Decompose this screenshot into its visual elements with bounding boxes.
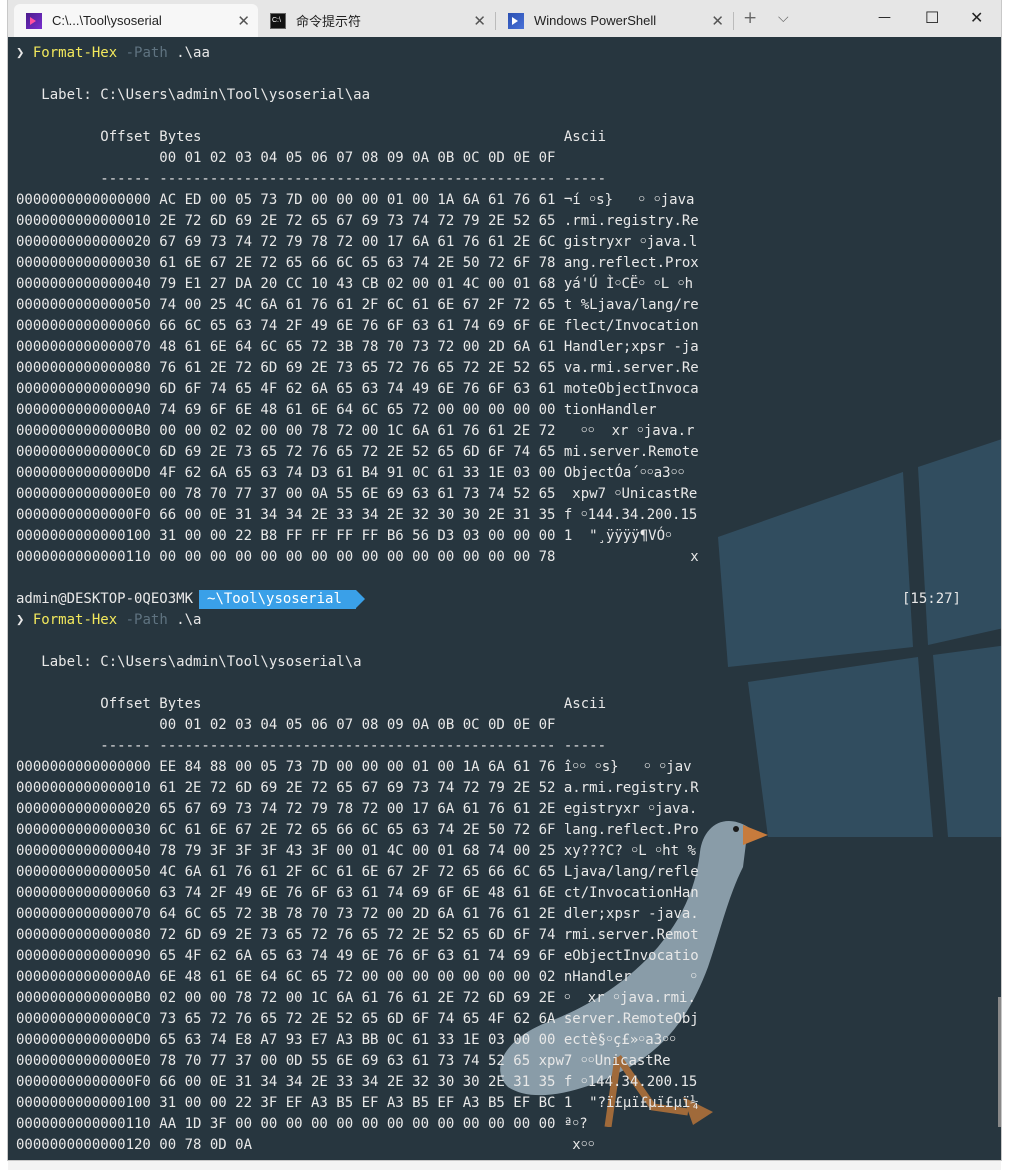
prompt-time: [15:27] <box>901 591 961 607</box>
hex-row: 00000000000000A0 6E 48 61 6E 64 6C 65 72… <box>16 969 698 985</box>
hex-row: 0000000000000110 00 00 00 00 00 00 00 00… <box>16 549 699 565</box>
hex-row: 0000000000000060 63 74 2F 49 6E 76 6F 63… <box>16 885 699 901</box>
prompt-path-segment: ~\Tool\ysoserial <box>199 590 365 609</box>
hex-row: 0000000000000010 61 2E 72 6D 69 2E 72 65… <box>16 780 699 796</box>
hex-row: 0000000000000020 65 67 69 73 74 72 79 78… <box>16 801 698 817</box>
command-arg: .\a <box>176 612 202 628</box>
hex-row: 00000000000000D0 65 63 74 E8 A7 93 E7 A3… <box>16 1032 677 1048</box>
hex-row: 0000000000000000 EE 84 88 00 05 73 7D 00… <box>16 759 692 775</box>
hex-row: 0000000000000090 65 4F 62 6A 65 63 74 49… <box>16 948 699 964</box>
hex-header: Offset Bytes Ascii <box>16 696 607 712</box>
tab-cmd[interactable]: C:\ 命令提示符 ✕ <box>258 4 494 37</box>
prompt-user: admin@DESKTOP-0QEO3MK <box>16 591 194 607</box>
hex-row: 0000000000000120 00 78 0D 0A x￮￮ <box>16 1137 595 1153</box>
hex-row: 0000000000000080 76 61 2E 72 6D 69 2E 73… <box>16 360 699 376</box>
hex-row: 0000000000000100 31 00 00 22 B8 FF FF FF… <box>16 528 673 544</box>
hex-header-rule: ------ ---------------------------------… <box>16 171 607 187</box>
hex-row: 0000000000000080 72 6D 69 2E 73 65 72 76… <box>16 927 699 943</box>
command-name: Format-Hex <box>32 612 118 628</box>
prompt-line: ❯ Format-Hex -Path .\a <box>16 610 202 631</box>
hex-row: 00000000000000E0 78 70 77 37 00 0D 55 6E… <box>16 1053 671 1069</box>
tab-bar: C:\...\Tool\ysoserial ✕ C:\ 命令提示符 ✕ Wind… <box>8 0 1001 37</box>
hex-row: 00000000000000B0 02 00 00 78 72 00 1C 6A… <box>16 990 696 1006</box>
hex-row: 0000000000000050 4C 6A 61 76 61 2F 6C 61… <box>16 864 699 880</box>
hex-row: 00000000000000C0 6D 69 2E 73 65 72 76 65… <box>16 444 699 460</box>
tab-windows-powershell[interactable]: Windows PowerShell ✕ <box>496 4 732 37</box>
hex-header-offsets: 00 01 02 03 04 05 06 07 08 09 0A 0B 0C 0… <box>16 150 556 166</box>
windows-terminal-window: C:\...\Tool\ysoserial ✕ C:\ 命令提示符 ✕ Wind… <box>8 0 1001 1160</box>
cmd-icon: C:\ <box>270 12 286 29</box>
hex-label: Label: C:\Users\admin\Tool\ysoserial\a <box>16 654 362 670</box>
terminal-pane[interactable]: ❯ Format-Hex -Path .\aa Label: C:\Users\… <box>8 37 1001 1160</box>
command-param: -Path <box>125 45 168 61</box>
hex-row: 00000000000000E0 00 78 70 77 37 00 0A 55… <box>16 486 698 502</box>
close-tab-icon[interactable]: ✕ <box>237 12 250 30</box>
new-tab-button[interactable]: + <box>743 8 757 28</box>
tab-label: 命令提示符 <box>296 14 362 29</box>
hex-row: 0000000000000090 6D 6F 74 65 4F 62 6A 65… <box>16 381 699 397</box>
background-window-left <box>0 0 8 1170</box>
hex-row: 0000000000000000 AC ED 00 05 73 7D 00 00… <box>16 192 695 208</box>
hex-row: 00000000000000C0 73 65 72 76 65 72 2E 52… <box>16 1011 699 1027</box>
hex-row: 00000000000000B0 00 00 02 02 00 00 78 72… <box>16 423 695 439</box>
hex-row: 0000000000000110 AA 1D 3F 00 00 00 00 00… <box>16 1116 588 1132</box>
prompt-line: ❯ Format-Hex -Path .\aa <box>16 43 210 64</box>
close-tab-icon[interactable]: ✕ <box>711 12 724 30</box>
maximize-button[interactable]: ☐ <box>925 8 939 27</box>
command-name: Format-Hex <box>32 45 118 61</box>
hex-row: 00000000000000F0 66 00 0E 31 34 34 2E 33… <box>16 1074 698 1090</box>
powershell-icon <box>508 12 524 29</box>
close-window-button[interactable]: ✕ <box>970 8 983 27</box>
hex-row: 0000000000000070 48 61 6E 64 6C 65 72 3B… <box>16 339 699 355</box>
hex-header-offsets: 00 01 02 03 04 05 06 07 08 09 0A 0B 0C 0… <box>16 717 556 733</box>
windows-logo-wallpaper <box>718 439 1001 837</box>
tab-ysoserial[interactable]: C:\...\Tool\ysoserial ✕ <box>14 4 258 37</box>
scrollbar-thumb[interactable] <box>998 997 1001 1127</box>
tab-dropdown-button[interactable]: ⌵ <box>778 10 789 26</box>
tab-divider <box>733 12 734 30</box>
hex-row: 0000000000000010 2E 72 6D 69 2E 72 65 67… <box>16 213 699 229</box>
hex-row: 0000000000000050 74 00 25 4C 6A 61 76 61… <box>16 297 699 313</box>
prompt-status-line: admin@DESKTOP-0QEO3MK ~\Tool\ysoserial <box>16 589 365 610</box>
hex-label: Label: C:\Users\admin\Tool\ysoserial\aa <box>16 87 371 103</box>
hex-row: 0000000000000020 67 69 73 74 72 79 78 72… <box>16 234 698 250</box>
prompt-chevron: ❯ <box>16 612 25 628</box>
hex-row: 0000000000000100 31 00 00 22 3F EF A3 B5… <box>16 1095 699 1111</box>
hex-row: 00000000000000F0 66 00 0E 31 34 34 2E 33… <box>16 507 698 523</box>
tab-label: C:\...\Tool\ysoserial <box>52 13 162 28</box>
hex-header-rule: ------ ---------------------------------… <box>16 738 607 754</box>
background-window-right <box>1001 0 1009 1170</box>
close-tab-icon[interactable]: ✕ <box>473 12 486 30</box>
prompt-chevron: ❯ <box>16 45 25 61</box>
hex-row: 0000000000000030 6C 61 6E 67 2E 72 65 66… <box>16 822 699 838</box>
hex-row: 0000000000000070 64 6C 65 72 3B 78 70 73… <box>16 906 699 922</box>
minimize-button[interactable]: — <box>878 10 891 25</box>
hex-row: 0000000000000040 79 E1 27 DA 20 CC 10 43… <box>16 276 694 292</box>
tab-label: Windows PowerShell <box>534 13 657 28</box>
hex-row: 0000000000000040 78 79 3F 3F 3F 43 3F 00… <box>16 843 696 859</box>
hex-row: 0000000000000030 61 6E 67 2E 72 65 66 6C… <box>16 255 699 271</box>
hex-row: 00000000000000A0 74 69 6F 6E 48 61 6E 64… <box>16 402 657 418</box>
command-arg: .\aa <box>176 45 210 61</box>
powershell-core-icon <box>26 12 42 29</box>
hex-row: 00000000000000D0 4F 62 6A 65 63 74 D3 61… <box>16 465 685 481</box>
hex-row: 0000000000000060 66 6C 65 63 74 2F 49 6E… <box>16 318 699 334</box>
hex-header: Offset Bytes Ascii <box>16 129 607 145</box>
command-param: -Path <box>125 612 168 628</box>
